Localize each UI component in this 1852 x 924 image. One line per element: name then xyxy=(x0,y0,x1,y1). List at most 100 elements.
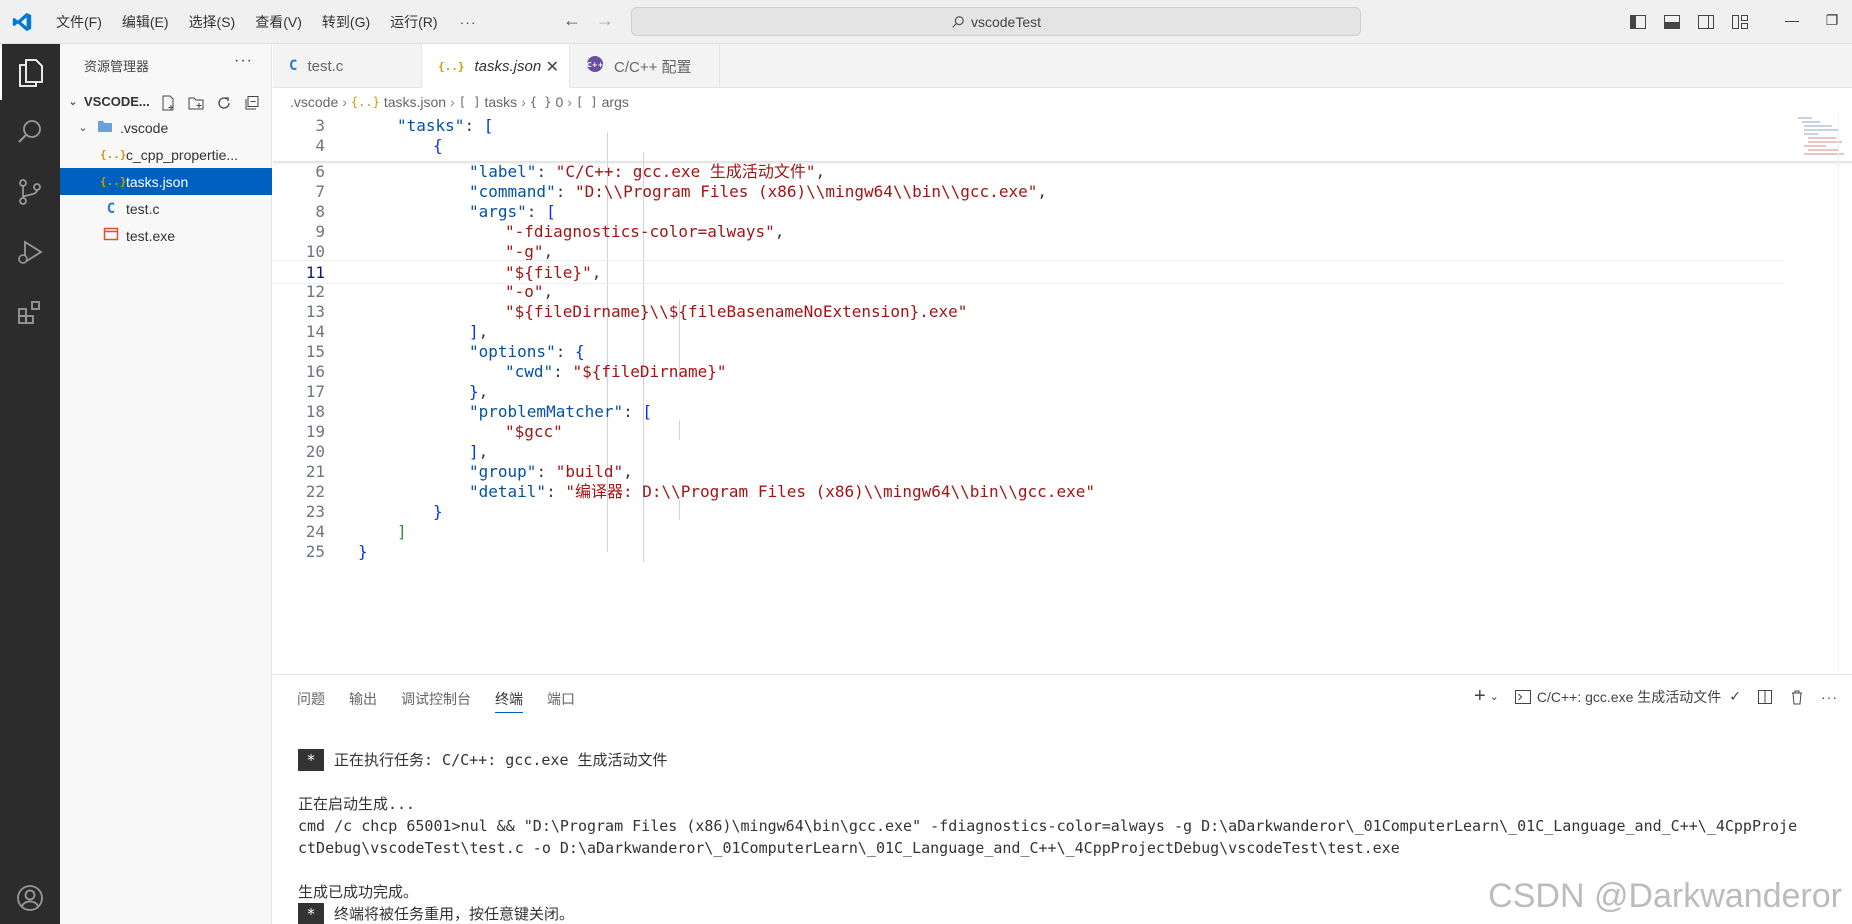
menu-file[interactable]: 文件(F) xyxy=(46,8,112,36)
svg-text:C++: C++ xyxy=(587,61,604,69)
tree-file-test-c[interactable]: C test.c xyxy=(60,195,272,222)
code-line: 25} xyxy=(273,540,1783,564)
array-icon: [ ] xyxy=(458,95,481,109)
terminal-instance[interactable]: C/C++: gcc.exe 生成活动文件 ✓ xyxy=(1514,687,1741,707)
tab-test-c[interactable]: C test.c xyxy=(273,44,422,88)
terminal-line: ctDebug\vscodeTest\test.c -o D:\aDarkwan… xyxy=(298,839,1400,857)
folder-vscode-icon xyxy=(94,119,116,136)
toggle-panel-icon[interactable] xyxy=(1662,12,1682,32)
breadcrumb-item[interactable]: 0 xyxy=(555,94,563,110)
task-marker: * xyxy=(298,903,324,924)
new-file-icon[interactable] xyxy=(157,92,179,114)
forward-arrow-icon[interactable]: → xyxy=(593,10,617,31)
toggle-secondary-sidebar-icon[interactable] xyxy=(1696,12,1716,32)
chevron-right-icon: › xyxy=(450,94,455,110)
array-icon: [ ] xyxy=(575,95,598,109)
menu-edit[interactable]: 编辑(E) xyxy=(112,8,179,36)
code-editor[interactable]: 3 "tasks": [ 4{ 6 "label": "C/C++: gcc.exe… xyxy=(273,114,1852,674)
source-control-icon[interactable] xyxy=(0,164,60,220)
new-folder-icon[interactable] xyxy=(185,92,207,114)
menu-view[interactable]: 查看(V) xyxy=(245,8,312,36)
code-line: 4{ xyxy=(273,134,1783,158)
watermark: CSDN @Darkwanderor xyxy=(1488,877,1842,915)
search-text: vscodeTest xyxy=(970,13,1042,30)
panel-more-icon[interactable]: ··· xyxy=(1821,689,1838,705)
task-marker: * xyxy=(298,749,324,771)
terminal-line: * 正在执行任务: C/C++: gcc.exe 生成活动文件 xyxy=(298,749,1797,771)
tab-label: tasks.json xyxy=(474,58,542,75)
panel-tabs: 问题 输出 调试控制台 终端 端口 xyxy=(297,685,599,713)
title-bar: 文件(F) 编辑(E) 选择(S) 查看(V) 转到(G) 运行(R) ··· … xyxy=(0,0,1852,44)
tree-item-label: test.exe xyxy=(126,227,176,244)
tab-debug-console[interactable]: 调试控制台 xyxy=(401,685,471,713)
menu-more-icon[interactable]: ··· xyxy=(448,14,489,30)
search-icon[interactable] xyxy=(0,104,60,160)
menu-go[interactable]: 转到(G) xyxy=(312,8,380,36)
tab-tasks-json[interactable]: {..} tasks.json ✕ xyxy=(422,44,570,88)
menu-selection[interactable]: 选择(S) xyxy=(179,8,246,36)
run-debug-icon[interactable] xyxy=(0,224,60,280)
json-file-icon: {..} xyxy=(100,175,127,188)
close-icon[interactable]: ✕ xyxy=(546,57,559,77)
breadcrumb-item[interactable]: tasks xyxy=(484,94,517,110)
toggle-primary-sidebar-icon[interactable] xyxy=(1628,12,1648,32)
check-icon: ✓ xyxy=(1729,688,1741,704)
object-icon: { } xyxy=(529,95,552,109)
customize-layout-icon[interactable] xyxy=(1730,12,1750,32)
trash-icon[interactable] xyxy=(1789,689,1805,705)
sidebar-more-icon[interactable]: ··· xyxy=(234,52,253,70)
minimize-icon[interactable]: — xyxy=(1772,12,1812,32)
breadcrumb-item[interactable]: args xyxy=(602,94,629,110)
terminal-line: cmd /c chcp 65001>nul && "D:\Program Fil… xyxy=(298,817,1798,835)
chevron-right-icon: › xyxy=(521,94,526,110)
activity-bar xyxy=(0,44,60,924)
tab-label: C/C++ 配置 xyxy=(614,58,692,76)
tab-problems[interactable]: 问题 xyxy=(297,685,325,713)
editor-tab-bar: C test.c {..} tasks.json ✕ C++ C/C++ 配置 xyxy=(273,44,1852,88)
breadcrumb-item[interactable]: tasks.json xyxy=(384,94,446,110)
exe-file-icon xyxy=(100,227,122,244)
tree-file-test-exe[interactable]: test.exe xyxy=(60,222,272,249)
code-text: { xyxy=(433,136,443,155)
tab-output[interactable]: 输出 xyxy=(349,685,377,713)
breadcrumb: .vscode › {..} tasks.json › [ ] tasks › … xyxy=(290,90,629,114)
tree-item-label: test.c xyxy=(126,200,160,217)
command-center-search[interactable]: vscodeTest xyxy=(631,7,1361,36)
terminal-icon xyxy=(1514,689,1531,704)
panel-toolbar: + ⌄ C/C++: gcc.exe 生成活动文件 ✓ ··· xyxy=(1458,685,1838,708)
chevron-down-icon[interactable]: ⌄ xyxy=(1490,690,1499,703)
editor-scrollbar[interactable] xyxy=(1838,114,1852,674)
extensions-icon[interactable] xyxy=(0,284,60,340)
menu-run[interactable]: 运行(R) xyxy=(380,8,447,36)
explorer-actions xyxy=(151,92,263,114)
json-file-icon: {..} xyxy=(438,60,465,73)
tab-label: test.c xyxy=(307,57,344,75)
tree-file-tasks-json[interactable]: {..} tasks.json xyxy=(60,168,272,195)
collapse-all-icon[interactable] xyxy=(241,92,263,114)
tab-terminal[interactable]: 终端 xyxy=(495,685,523,713)
refresh-icon[interactable] xyxy=(213,92,235,114)
window-controls: — ❐ xyxy=(1614,12,1852,32)
split-terminal-icon[interactable] xyxy=(1757,689,1773,705)
bottom-panel: 问题 输出 调试控制台 终端 端口 + ⌄ C/C++: gcc.exe 生成活… xyxy=(273,674,1852,924)
tree-folder-vscode[interactable]: ⌄ .vscode xyxy=(60,114,272,141)
explorer-icon[interactable] xyxy=(0,44,60,100)
sidebar-title: 资源管理器 xyxy=(84,59,150,74)
terminal-line: 正在启动生成... xyxy=(298,795,416,813)
json-file-icon: {..} xyxy=(100,148,127,161)
tab-c-cpp-config[interactable]: C++ C/C++ 配置 xyxy=(570,44,720,88)
breadcrumb-item[interactable]: .vscode xyxy=(290,94,338,110)
restore-icon[interactable]: ❐ xyxy=(1812,12,1852,32)
menu-bar: 文件(F) 编辑(E) 选择(S) 查看(V) 转到(G) 运行(R) ··· xyxy=(46,0,489,44)
tree-file-c-cpp-properties[interactable]: {..} c_cpp_propertie... xyxy=(60,141,272,168)
tab-ports[interactable]: 端口 xyxy=(547,685,575,713)
workspace-root-label: VSCODE... xyxy=(84,94,150,109)
c-cpp-extension-icon: C++ xyxy=(586,55,604,77)
account-icon[interactable] xyxy=(0,870,60,924)
new-terminal-icon[interactable]: + xyxy=(1474,685,1486,708)
vscode-logo-icon xyxy=(10,11,34,33)
c-file-icon: C xyxy=(106,200,116,217)
back-arrow-icon[interactable]: ← xyxy=(560,10,584,31)
search-icon xyxy=(952,15,964,28)
